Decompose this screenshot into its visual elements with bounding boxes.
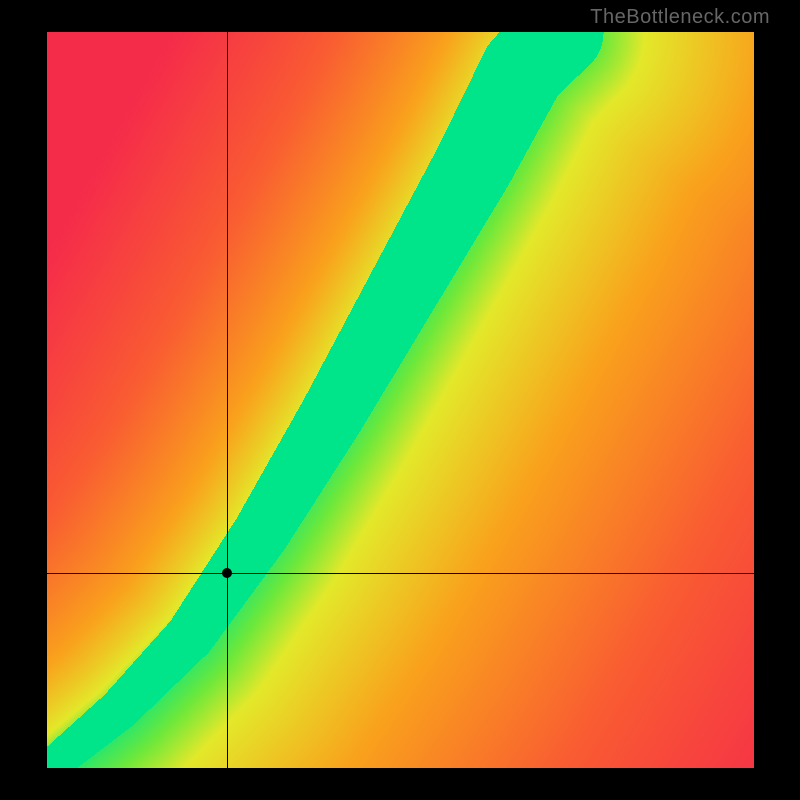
chart-container: TheBottleneck.com <box>0 0 800 800</box>
plot-area <box>47 32 754 768</box>
crosshair-horizontal <box>47 573 754 574</box>
crosshair-vertical <box>227 32 228 768</box>
data-point-marker <box>222 568 232 578</box>
heatmap-canvas <box>47 32 754 768</box>
watermark-text: TheBottleneck.com <box>590 6 770 29</box>
